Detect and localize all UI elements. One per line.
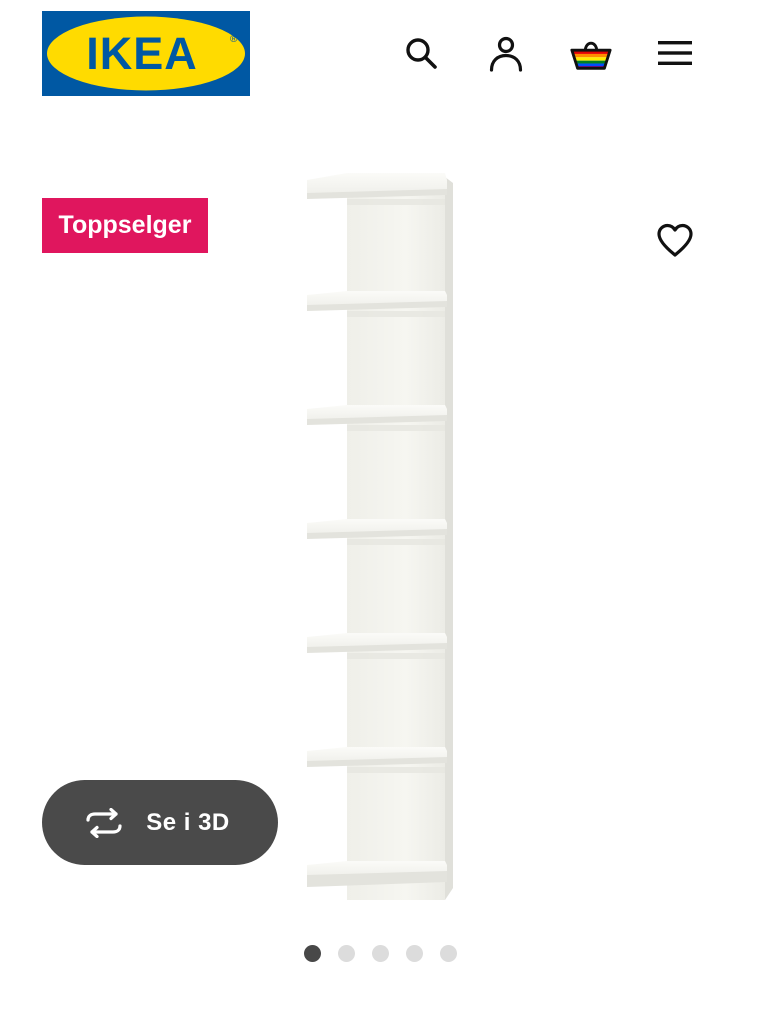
logo-graphic: IKEA ® [42,11,250,96]
shopping-basket-button[interactable] [569,31,613,75]
carousel-dot-1[interactable] [303,945,321,962]
hamburger-menu-icon [658,41,692,65]
carousel-indicator [0,945,760,963]
product-image[interactable] [290,165,470,910]
favourite-button[interactable] [653,218,697,262]
profile-icon [489,36,523,72]
carousel-dot-5[interactable] [439,945,457,962]
ikea-logo[interactable]: IKEA ® [42,11,250,96]
search-icon [406,38,437,69]
profile-button[interactable] [484,31,528,75]
heart-icon [657,223,693,257]
logo-text: IKEA [86,28,198,79]
menu-button[interactable] [653,31,697,75]
product-page: IKEA ® Toppselger Se i 3D [0,0,760,1017]
carousel-dot-4[interactable] [405,945,423,962]
view-in-3d-button[interactable]: Se i 3D [42,780,278,865]
carousel-dot-3[interactable] [371,945,389,962]
logo-registered-mark: ® [230,34,238,45]
wall-shelf-illustration [307,173,453,900]
rotate-3d-icon [86,807,122,838]
carousel-dot-2[interactable] [337,945,355,962]
shopping-basket-icon [570,41,612,70]
search-button[interactable] [399,31,443,75]
top-seller-badge: Toppselger [42,198,208,253]
view-in-3d-label: Se i 3D [146,808,230,836]
